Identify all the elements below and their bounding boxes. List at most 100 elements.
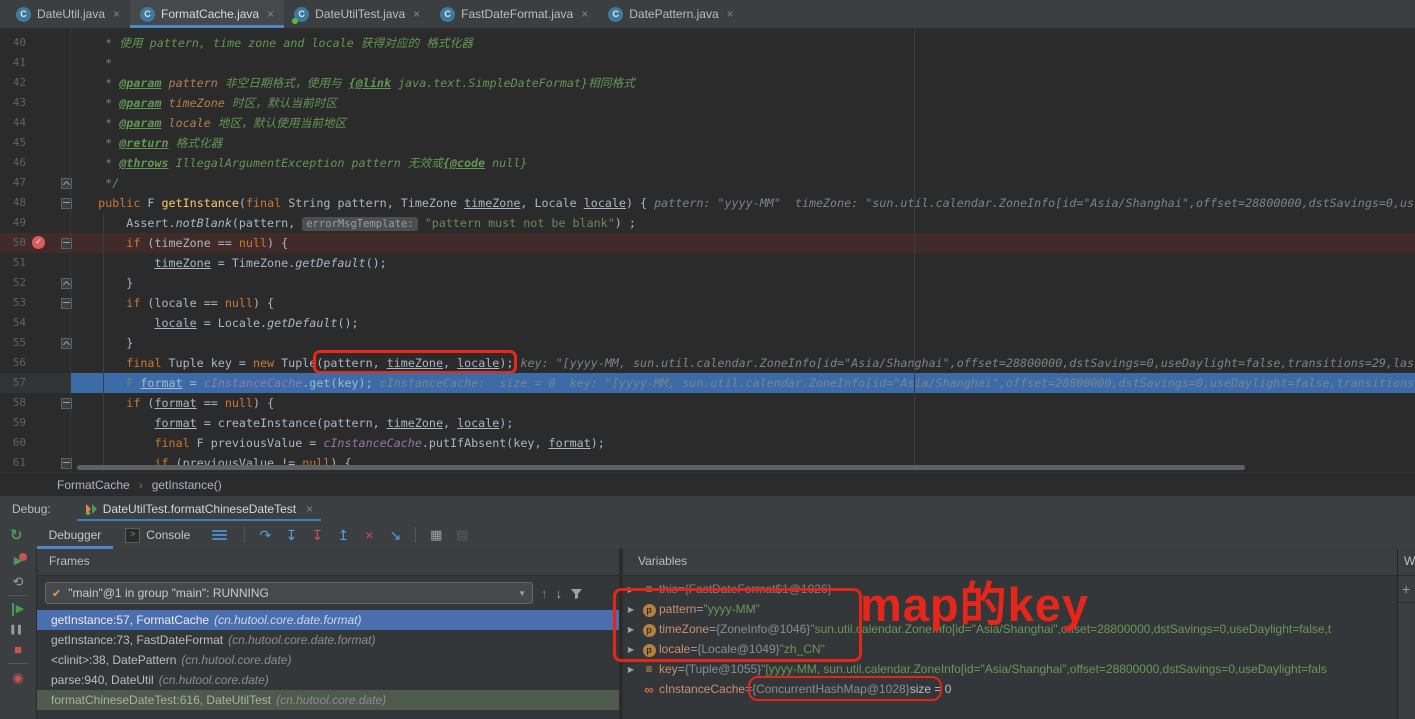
chevron-down-icon: ▼ [518,589,526,598]
equals-sign: = [696,602,703,616]
code-text: if (locale == null) { [70,293,274,313]
line-number: 43 [0,93,26,113]
tab-formatcache-java[interactable]: CFormatCache.java× [130,0,284,28]
run-config-icon [85,503,97,515]
value-icon: ≡ [642,662,656,676]
view-breakpoints-icon[interactable]: ◉ [12,671,23,684]
gutter-icons: ✓ [26,233,70,253]
debug-panel: ▶ ⟲ ▶ ▌▌ ■ ◉ Frames ✔ "main"@1 in group … [0,549,1415,719]
toolbar-separator [244,527,245,543]
evaluate-expression-icon[interactable]: ▦ [423,527,449,543]
variable-name: this [659,582,678,596]
close-icon[interactable]: × [413,7,420,21]
gutter-icons [26,353,70,373]
variable-row-this[interactable]: ▶≡this = {FastDateFormat$1@1026} [623,579,1397,599]
force-step-into-icon[interactable]: ↧ [304,527,330,544]
expand-icon[interactable]: ▶ [626,665,636,674]
code-text: final Tuple key = new Tuple(pattern, tim… [70,353,1414,373]
code-text: timeZone = TimeZone.getDefault(); [70,253,387,273]
breadcrumb-class[interactable]: FormatCache [57,478,130,492]
frame-label: getInstance:57, FormatCache [51,613,209,627]
variable-row-timeZone[interactable]: ▶ptimeZone = {ZoneInfo@1046} "sun.util.c… [623,619,1397,639]
breadcrumb-method[interactable]: getInstance() [152,478,222,492]
equals-sign: = [678,582,685,596]
stop-icon[interactable]: ■ [14,643,22,656]
step-into-icon[interactable]: ↧ [278,527,304,544]
gutter-icons [26,193,70,213]
filter-icon[interactable] [570,587,583,600]
debugger-tab-label: Debugger [49,528,102,542]
frame-label: <clinit>:38, DatePattern [51,653,176,667]
frame-package: (cn.hutool.core.date.format) [228,633,375,647]
gutter-icons [26,93,70,113]
expand-icon[interactable]: ▶ [626,585,636,594]
frame-row[interactable]: parse:940, DateUtil(cn.hutool.core.date) [37,670,619,690]
variable-reference: {ConcurrentHashMap@1028} [752,682,910,696]
tab-datepattern-java[interactable]: CDatePattern.java× [598,0,743,28]
frame-row[interactable]: formatChineseDateTest:616, DateUtilTest(… [37,690,619,710]
code-text: * @throws IllegalArgumentException patte… [70,153,527,173]
close-icon[interactable]: × [267,7,274,21]
expand-icon[interactable]: ▶ [626,605,636,614]
variable-string-value: "zh_CN" [780,642,825,656]
frame-row[interactable]: getInstance:57, FormatCache(cn.hutool.co… [37,610,619,630]
rerun-debug-icon[interactable]: ▶ [14,555,22,568]
next-frame-icon[interactable]: ↓ [556,586,563,601]
rerun-icon[interactable]: ↻ [10,526,23,544]
code-editor[interactable]: 40 * 使用 pattern, time zone and locale 获得… [0,28,1415,472]
thread-selector[interactable]: ✔ "main"@1 in group "main": RUNNING ▼ [45,582,533,604]
step-over-icon[interactable]: ↷ [252,527,278,544]
run-to-cursor-icon[interactable]: ↘ [382,527,408,544]
expand-icon[interactable]: ▶ [626,645,636,654]
line-number: 59 [0,413,26,433]
frame-package: (cn.hutool.core.date) [276,693,386,707]
frame-row[interactable]: getInstance:73, FastDateFormat(cn.hutool… [37,630,619,650]
tab-dateutil-java[interactable]: CDateUtil.java× [6,0,130,28]
tab-dateutiltest-java[interactable]: CDateUtilTest.java× [284,0,430,28]
code-line-57: 57 F format = cInstanceCache.get(key); c… [0,373,1415,393]
right-margin-guide [914,28,915,472]
close-icon[interactable]: × [306,502,313,516]
hamburger-menu-icon[interactable] [212,530,227,540]
breakpoint-icon[interactable]: ✓ [32,236,45,249]
code-text: */ [70,173,119,193]
tab-fastdateformat-java[interactable]: CFastDateFormat.java× [430,0,598,28]
step-out-icon[interactable]: ↥ [330,527,356,544]
code-text: * 使用 pattern, time zone and locale 获得对应的… [70,33,473,53]
variable-reference: {ZoneInfo@1046} [716,622,810,636]
close-icon[interactable]: × [581,7,588,21]
variable-row-locale[interactable]: ▶plocale = {Locale@1049} "zh_CN" [623,639,1397,659]
close-icon[interactable]: × [113,7,120,21]
variable-row-cInstanceCache[interactable]: ∞cInstanceCache = {ConcurrentHashMap@102… [623,679,1397,699]
line-number: 51 [0,253,26,273]
variable-row-pattern[interactable]: ▶ppattern = "yyyy-MM" [623,599,1397,619]
line-number: 57 [0,373,26,393]
tab-label: DatePattern.java [629,7,718,21]
variables-panel: Variables ▶≡this = {FastDateFormat$1@102… [623,549,1397,719]
code-line-53: 53 if (locale == null) { [0,293,1415,313]
drop-frame-icon[interactable]: × [356,527,382,543]
frame-row[interactable]: <clinit>:38, DatePattern(cn.hutool.core.… [37,650,619,670]
refresh-icon[interactable]: ⟲ [13,575,24,588]
code-text: } [70,333,133,353]
param-icon: p [642,642,656,657]
close-icon[interactable]: × [727,7,734,21]
code-line-50: 50✓ if (timeZone == null) { [0,233,1415,253]
add-watch-icon[interactable]: + [1398,576,1415,603]
debug-session-tab[interactable]: DateUtilTest.formatChineseDateTest × [77,496,321,522]
tab-debugger[interactable]: Debugger [37,521,114,549]
gutter-icons [26,433,70,453]
code-text: } [70,273,133,293]
horizontal-scrollbar[interactable] [77,465,1245,470]
code-line-46: 46 * @throws IllegalArgumentException pa… [0,153,1415,173]
previous-frame-icon[interactable]: ↑ [541,586,548,601]
code-text: if (format == null) { [70,393,274,413]
expand-icon[interactable]: ▶ [626,625,636,634]
equals-sign: = [678,662,685,676]
layout-settings-icon[interactable]: ▤ [449,527,475,543]
pause-program-icon[interactable]: ▌▌ [11,623,24,636]
resume-program-icon[interactable]: ▶ [12,603,24,616]
tab-console[interactable]: > Console [113,521,202,549]
debug-tool-window-header: Debug: DateUtilTest.formatChineseDateTes… [0,495,1415,522]
variable-row-key[interactable]: ▶≡key = {Tuple@1055} "[yyyy-MM, sun.util… [623,659,1397,679]
